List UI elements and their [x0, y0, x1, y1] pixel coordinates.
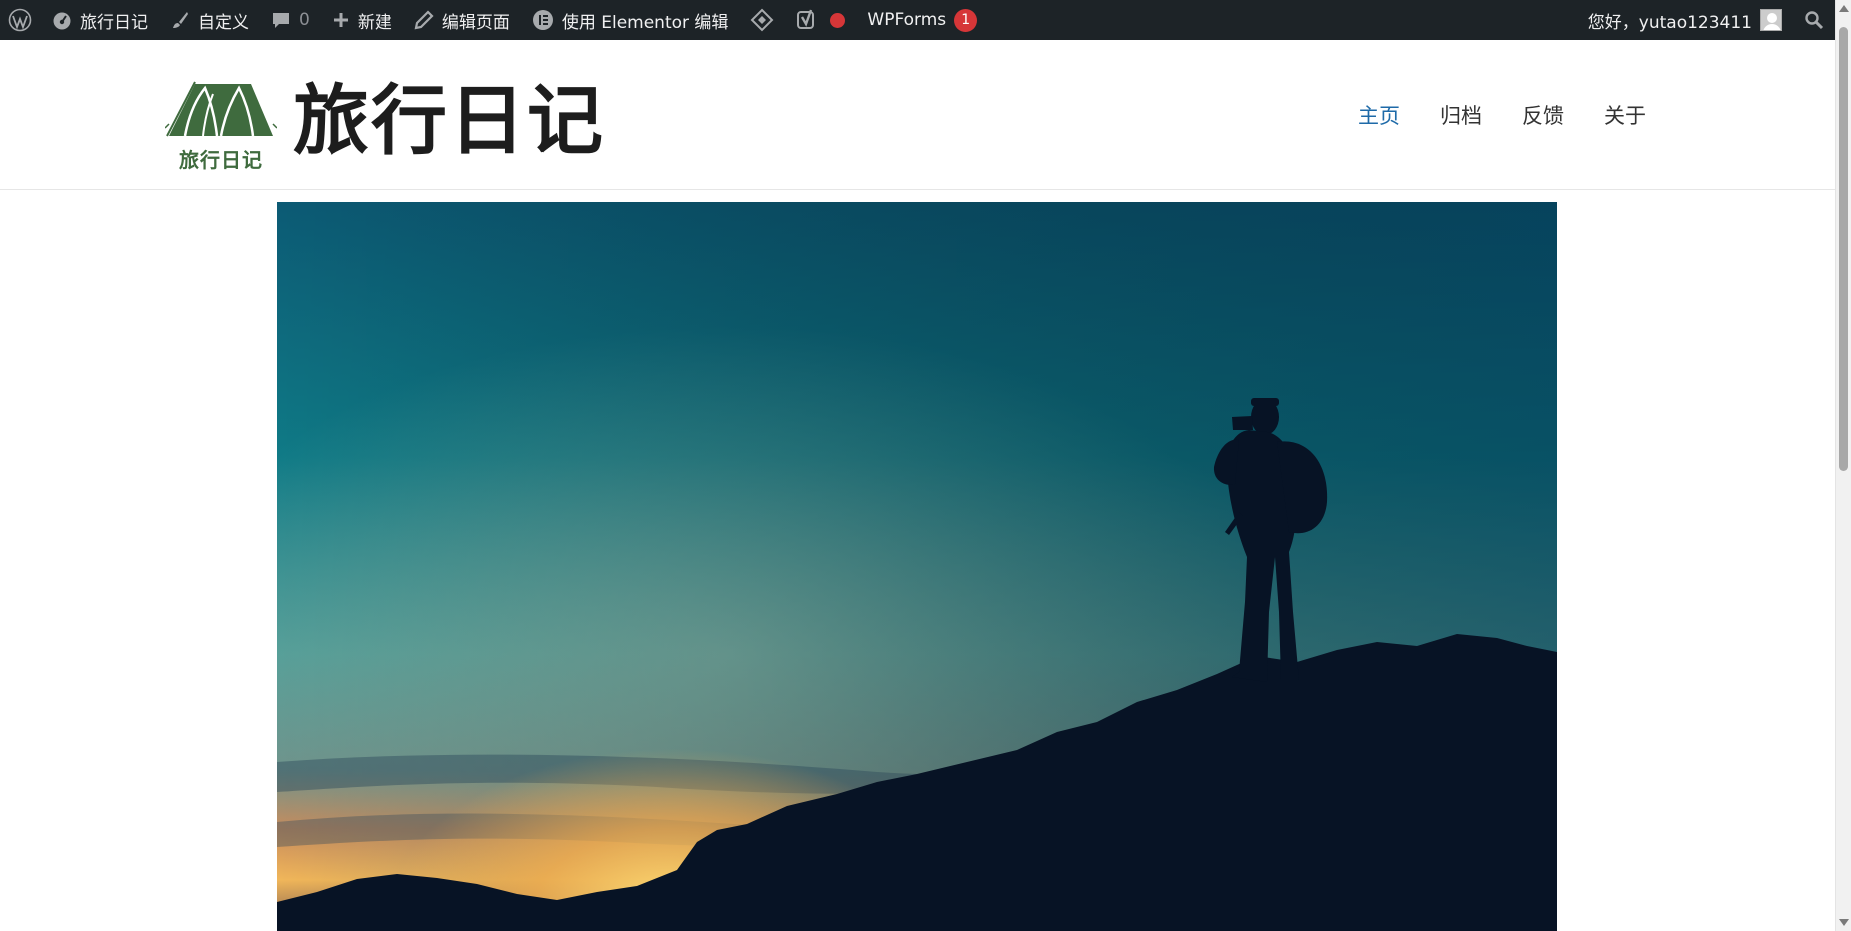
avatar [1760, 9, 1782, 31]
nav-item-about[interactable]: 关于 [1604, 100, 1646, 130]
customize-label: 自定义 [198, 12, 249, 33]
edit-page-menu[interactable]: 编辑页面 [403, 0, 521, 40]
wpforms-notification-badge: 1 [954, 8, 978, 32]
elementor-edit-menu[interactable]: 使用 Elementor 编辑 [521, 0, 740, 40]
elementor-edit-label: 使用 Elementor 编辑 [561, 12, 729, 33]
admin-bar: 旅行日记 自定义 0 新建 编辑页面 使用 Elementor 编辑 WPFor… [0, 0, 1835, 40]
primary-navigation: 主页 归档 反馈 关于 [1318, 100, 1646, 130]
logo-text: 旅行日记 [179, 148, 263, 172]
comments-count: 0 [299, 10, 310, 30]
red-dot-icon [830, 12, 846, 28]
pencil-icon [414, 10, 434, 30]
new-content-menu[interactable]: 新建 [321, 0, 403, 40]
site-branding[interactable]: 旅行日记 旅行日记 [164, 78, 605, 172]
comments-menu[interactable]: 0 [260, 0, 321, 40]
site-title[interactable]: 旅行日记 [293, 83, 605, 159]
wpforms-menu[interactable]: WPForms 1 [856, 0, 988, 40]
paintbrush-icon [170, 10, 190, 30]
edit-page-label: 编辑页面 [441, 12, 510, 33]
dashboard-gauge-icon [52, 10, 72, 30]
scroll-up-arrow-icon[interactable] [1839, 5, 1849, 12]
nav-item-home[interactable]: 主页 [1358, 100, 1400, 130]
site-name-label: 旅行日记 [80, 12, 148, 33]
elementor-icon [532, 9, 554, 31]
diamond-icon[interactable] [739, 0, 785, 40]
greeting-label: 您好，yutao123411 [1587, 12, 1752, 33]
page-scrollbar[interactable] [1835, 0, 1851, 931]
search-icon[interactable] [1793, 0, 1835, 40]
wordpress-logo-icon[interactable] [0, 0, 41, 40]
yoast-icon [796, 9, 818, 31]
hero-image [277, 202, 1557, 931]
nav-item-archive[interactable]: 归档 [1440, 100, 1482, 130]
tent-logo-icon[interactable]: 旅行日记 [164, 78, 278, 172]
site-header: 旅行日记 旅行日记 主页 归档 反馈 关于 [0, 40, 1835, 190]
plus-icon [332, 11, 350, 29]
nav-item-feedback[interactable]: 反馈 [1522, 100, 1564, 130]
my-account-menu[interactable]: 您好，yutao123411 [1577, 0, 1793, 40]
yoast-seo-menu[interactable] [785, 0, 856, 40]
customize-menu[interactable]: 自定义 [159, 0, 260, 40]
site-name-menu[interactable]: 旅行日记 [41, 0, 159, 40]
wpforms-label: WPForms [867, 10, 947, 30]
comment-bubble-icon [271, 10, 291, 30]
scrollbar-thumb[interactable] [1839, 27, 1848, 471]
new-label: 新建 [357, 12, 392, 33]
scroll-down-arrow-icon[interactable] [1839, 919, 1849, 926]
